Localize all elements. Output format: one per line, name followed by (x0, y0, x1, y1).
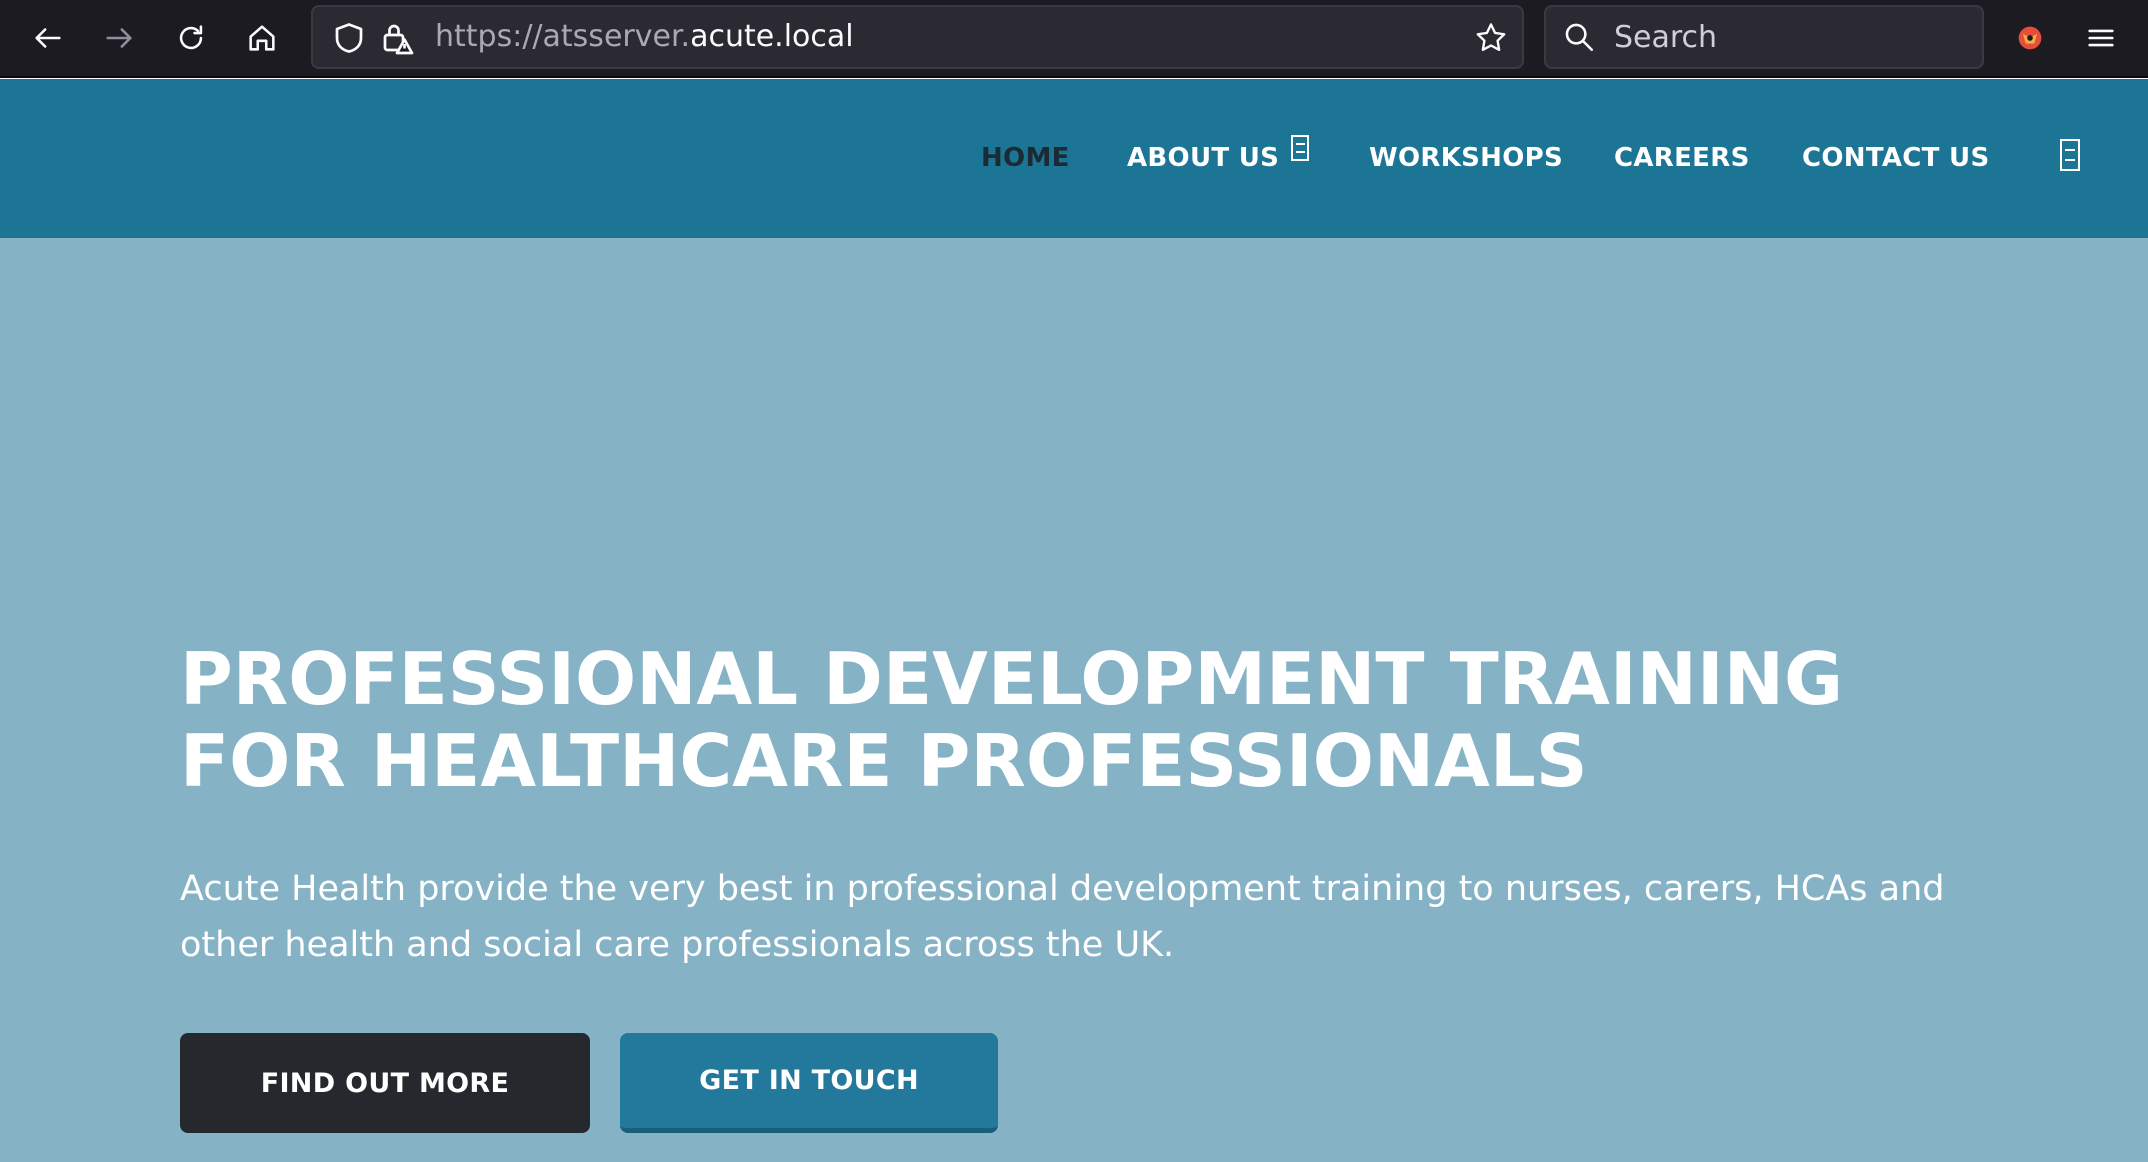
nav-workshops[interactable]: WORKSHOPS (1369, 79, 1563, 238)
site-header: HOME ABOUT US WORKSHOPS CAREERS CONTACT … (0, 79, 2148, 238)
nav-about-us[interactable]: ABOUT US (1127, 79, 1310, 238)
back-arrow-icon (35, 28, 61, 48)
get-in-touch-button[interactable]: GET IN TOUCH (620, 1033, 998, 1133)
hamburger-menu-icon (2088, 29, 2114, 47)
menu-toggle-icon[interactable] (2060, 139, 2080, 171)
find-out-more-button[interactable]: FIND OUT MORE (180, 1033, 590, 1133)
app-menu-button[interactable] (2078, 15, 2124, 61)
url-text[interactable]: https://atsserver.acute.local (435, 7, 854, 67)
nav-about-us-label: ABOUT US (1127, 143, 1280, 173)
dropdown-glyph-icon (1291, 134, 1310, 161)
search-box[interactable] (1544, 5, 1984, 69)
extension-icon (2018, 26, 2042, 50)
hero-section: PROFESSIONAL DEVELOPMENT TRAINING FOR HE… (0, 238, 2148, 1162)
home-button[interactable] (239, 15, 285, 61)
main-nav: HOME ABOUT US WORKSHOPS CAREERS CONTACT … (0, 79, 2148, 238)
nav-careers[interactable]: CAREERS (1614, 79, 1750, 238)
forward-arrow-icon (106, 28, 132, 48)
forward-button[interactable] (96, 15, 142, 61)
nav-contact-us[interactable]: CONTACT US (1802, 79, 1990, 238)
nav-home[interactable]: HOME (981, 79, 1070, 238)
hero-title-line1: PROFESSIONAL DEVELOPMENT TRAINING (180, 637, 1844, 721)
search-icon (1565, 23, 1594, 52)
url-bar[interactable]: https://atsserver.acute.local (311, 5, 1524, 69)
home-icon (249, 25, 275, 51)
extension-button[interactable] (2007, 15, 2053, 61)
url-prefix: https://atsserver. (435, 19, 691, 54)
back-button[interactable] (25, 15, 71, 61)
hero-title: PROFESSIONAL DEVELOPMENT TRAINING FOR HE… (180, 638, 2080, 802)
insecure-lock-icon[interactable] (379, 20, 415, 56)
bookmark-star-icon[interactable] (1473, 20, 1509, 56)
url-domain: acute.local (690, 19, 854, 54)
reload-button[interactable] (168, 15, 214, 61)
search-input[interactable] (1606, 7, 1966, 67)
hero-description: Acute Health provide the very best in pr… (180, 869, 1945, 965)
shield-icon[interactable] (331, 20, 367, 56)
reload-icon (179, 25, 203, 50)
browser-toolbar: https://atsserver.acute.local (0, 0, 2148, 78)
hero-title-line2: FOR HEALTHCARE PROFESSIONALS (180, 719, 1588, 803)
